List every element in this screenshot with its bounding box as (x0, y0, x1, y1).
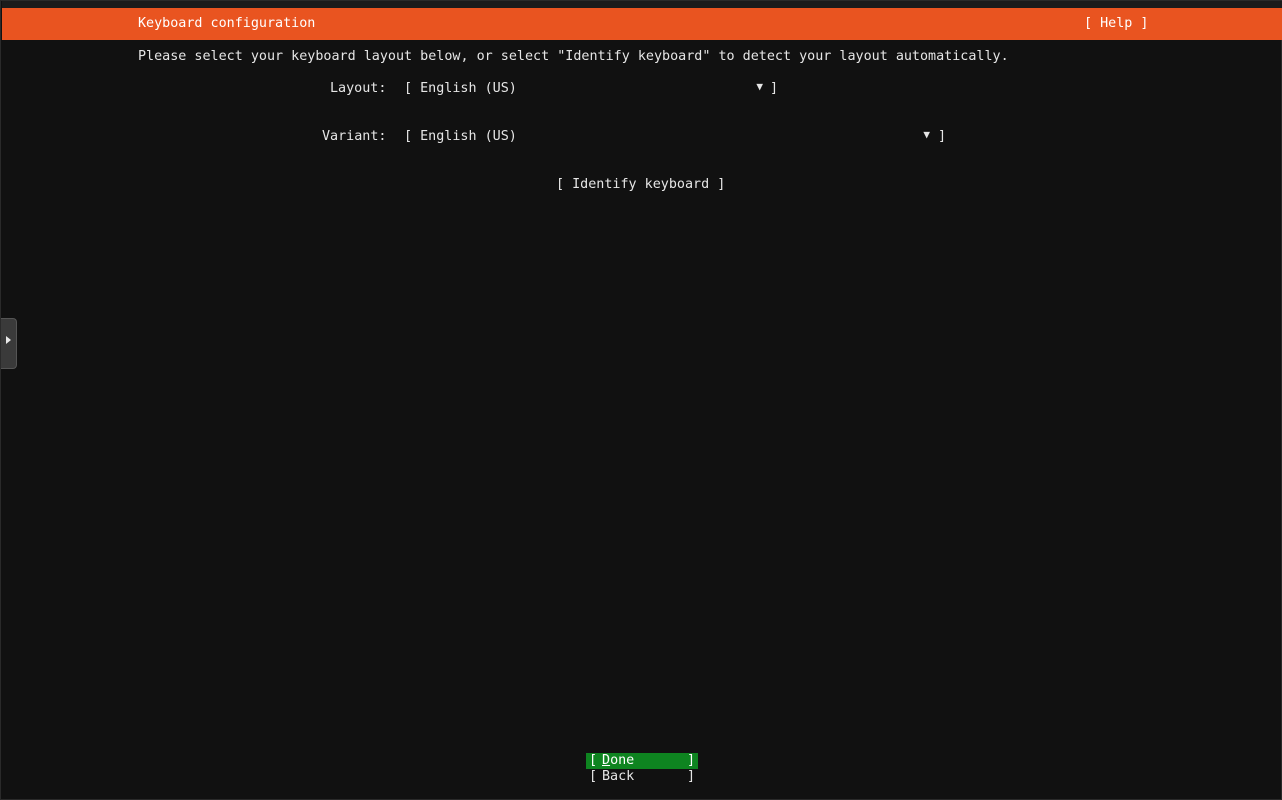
back-close-bracket: ] (686, 769, 695, 784)
variant-dropdown[interactable]: [ English (US) ▼ ] (404, 128, 946, 204)
done-label: Done (602, 753, 635, 768)
done-open-bracket: [ (589, 753, 598, 768)
top-strip (2, 1, 1282, 8)
help-button[interactable]: [ Help ] (1084, 16, 1149, 31)
layout-value: [ English (US) (404, 81, 517, 96)
back-open-bracket: [ (589, 769, 598, 784)
instructions-text: Please select your keyboard layout below… (138, 49, 1009, 64)
page-title: Keyboard configuration (138, 16, 316, 31)
back-label: Back (602, 769, 635, 784)
layout-close-bracket: ] (769, 81, 778, 96)
done-button[interactable]: [ Done ] (586, 753, 698, 769)
back-button[interactable]: [ Back ] (586, 769, 698, 785)
variant-value: [ English (US) (404, 129, 517, 144)
identify-keyboard-button[interactable]: [ Identify keyboard ] (556, 177, 725, 192)
installer-window: Keyboard configuration [ Help ] Please s… (0, 0, 1282, 800)
triangle-right-icon (6, 336, 11, 344)
header-bar: Keyboard configuration [ Help ] (2, 8, 1282, 40)
layout-label: Layout: (330, 81, 387, 96)
sidebar-toggle[interactable] (1, 318, 17, 369)
done-close-bracket: ] (686, 753, 695, 768)
chevron-down-icon: ▼ (923, 128, 930, 141)
variant-label: Variant: (322, 129, 387, 144)
chevron-down-icon: ▼ (756, 80, 763, 93)
variant-close-bracket: ] (937, 129, 946, 144)
